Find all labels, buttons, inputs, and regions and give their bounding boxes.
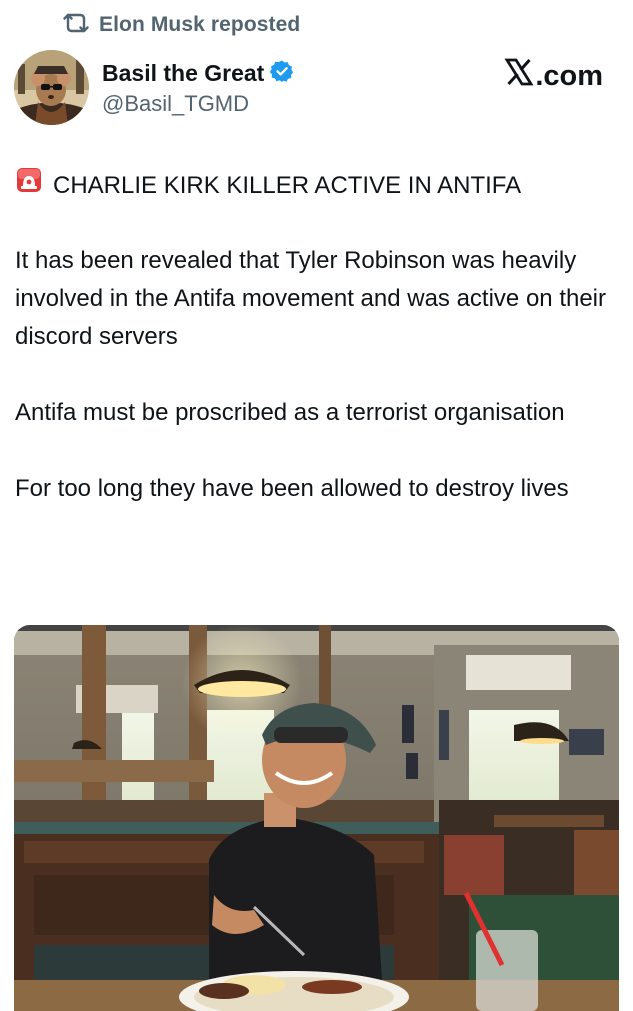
post-paragraph: For too long they have been allowed to d… xyxy=(15,475,569,502)
source-site-label: .com xyxy=(504,57,603,95)
source-site-text: .com xyxy=(535,59,603,92)
post-media-photo[interactable] xyxy=(14,625,619,1011)
repost-context[interactable]: Elon Musk reposted xyxy=(63,10,300,40)
siren-icon xyxy=(15,166,43,206)
avatar[interactable] xyxy=(14,50,89,125)
post-headline-text: CHARLIE KIRK KILLER ACTIVE IN ANTIFA xyxy=(53,172,522,199)
post-body: CHARLIE KIRK KILLER ACTIVE IN ANTIFA It … xyxy=(15,168,620,508)
post-headline: CHARLIE KIRK KILLER ACTIVE IN ANTIFA xyxy=(15,168,620,204)
verified-badge-icon xyxy=(270,59,294,88)
repost-icon xyxy=(63,12,89,39)
x-logo-icon xyxy=(504,57,535,95)
repost-label: Elon Musk reposted xyxy=(99,13,301,36)
author-name[interactable]: Basil the Great xyxy=(102,60,264,87)
author-block: Basil the Great @Basil_TGMD xyxy=(102,58,294,117)
post-paragraph: Antifa must be proscribed as a terrorist… xyxy=(15,399,565,426)
post-paragraph: It has been revealed that Tyler Robinson… xyxy=(15,247,606,350)
author-handle[interactable]: @Basil_TGMD xyxy=(102,91,294,117)
